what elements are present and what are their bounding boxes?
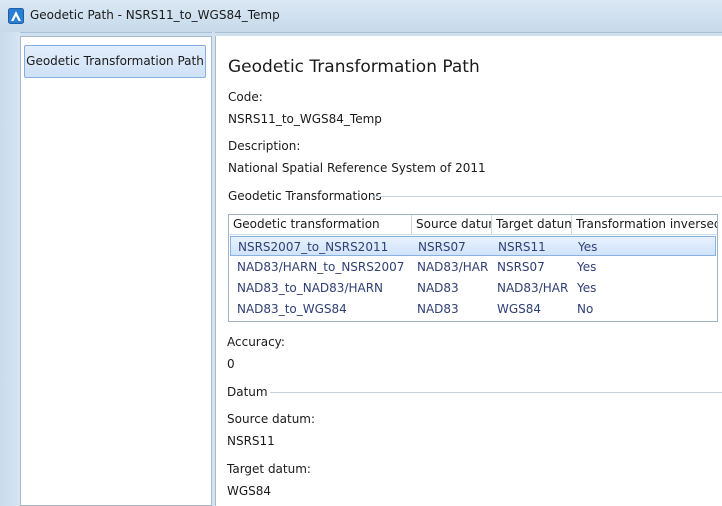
cell-source-datum: NAD83 [417,281,459,295]
cell-target-datum: NSRS11 [498,240,546,254]
cell-inversed: No [577,302,594,316]
cell-inversed: Yes [578,240,598,254]
accuracy-value: 0 [227,357,235,371]
sidebar-item-label: Geodetic Transformation Path [26,54,204,68]
transformations-table[interactable]: Geodetic transformation Source datum Tar… [228,214,718,322]
sidebar-item-geodetic-transformation-path[interactable]: Geodetic Transformation Path [24,45,206,78]
cell-transformation: NAD83/HARN_to_NSRS2007 [237,260,405,274]
code-label: Code: [228,90,263,104]
column-header-source-datum[interactable]: Source datum [411,215,491,234]
details-panel: Geodetic Transformation Path Code: NSRS1… [215,36,722,506]
description-value: National Spatial Reference System of 201… [228,161,486,175]
code-value: NSRS11_to_WGS84_Temp [228,112,382,126]
app-icon [8,8,24,24]
window-title: Geodetic Path - NSRS11_to_WGS84_Temp [30,8,280,22]
section-divider [270,392,722,393]
cell-target-datum: NSRS07 [497,260,545,274]
target-datum-label: Target datum: [227,462,311,476]
cell-source-datum: NAD83 [417,302,459,316]
source-datum-value: NSRS11 [227,434,275,448]
cell-transformation: NSRS2007_to_NSRS2011 [238,240,389,254]
cell-source-datum: NSRS07 [418,240,466,254]
table-header: Geodetic transformation Source datum Tar… [229,215,717,235]
page-title: Geodetic Transformation Path [228,57,480,77]
section-divider [372,196,722,197]
column-header-transformation-inversed[interactable]: Transformation inversed [571,215,717,234]
table-row[interactable]: NAD83/HARN_to_NSRS2007 NAD83/HARN NSRS07… [229,257,717,277]
column-header-geodetic-transformation[interactable]: Geodetic transformation [229,215,411,234]
description-label: Description: [228,139,301,153]
accuracy-label: Accuracy: [227,335,285,349]
title-bar: Geodetic Path - NSRS11_to_WGS84_Temp [0,0,722,33]
cell-inversed: Yes [577,260,597,274]
cell-source-datum: NAD83/HARN [417,260,489,274]
table-row[interactable]: NAD83_to_NAD83/HARN NAD83 NAD83/HARN Yes [229,278,717,298]
cell-target-datum: NAD83/HARN [497,281,569,295]
cell-inversed: Yes [577,281,597,295]
column-header-target-datum[interactable]: Target datum [491,215,571,234]
cell-transformation: NAD83_to_NAD83/HARN [237,281,384,295]
table-row[interactable]: NSRS2007_to_NSRS2011 NSRS07 NSRS11 Yes [230,236,716,256]
cell-transformation: NAD83_to_WGS84 [237,302,347,316]
window-frame-left [0,32,20,506]
source-datum-label: Source datum: [227,412,316,426]
sidebar: Geodetic Transformation Path [20,36,212,506]
datum-section-header: Datum [227,385,268,399]
geodetic-transformations-section-header: Geodetic Transformations [228,189,382,203]
target-datum-value: WGS84 [227,484,272,498]
cell-target-datum: WGS84 [497,302,542,316]
table-row[interactable]: NAD83_to_WGS84 NAD83 WGS84 No [229,299,717,319]
